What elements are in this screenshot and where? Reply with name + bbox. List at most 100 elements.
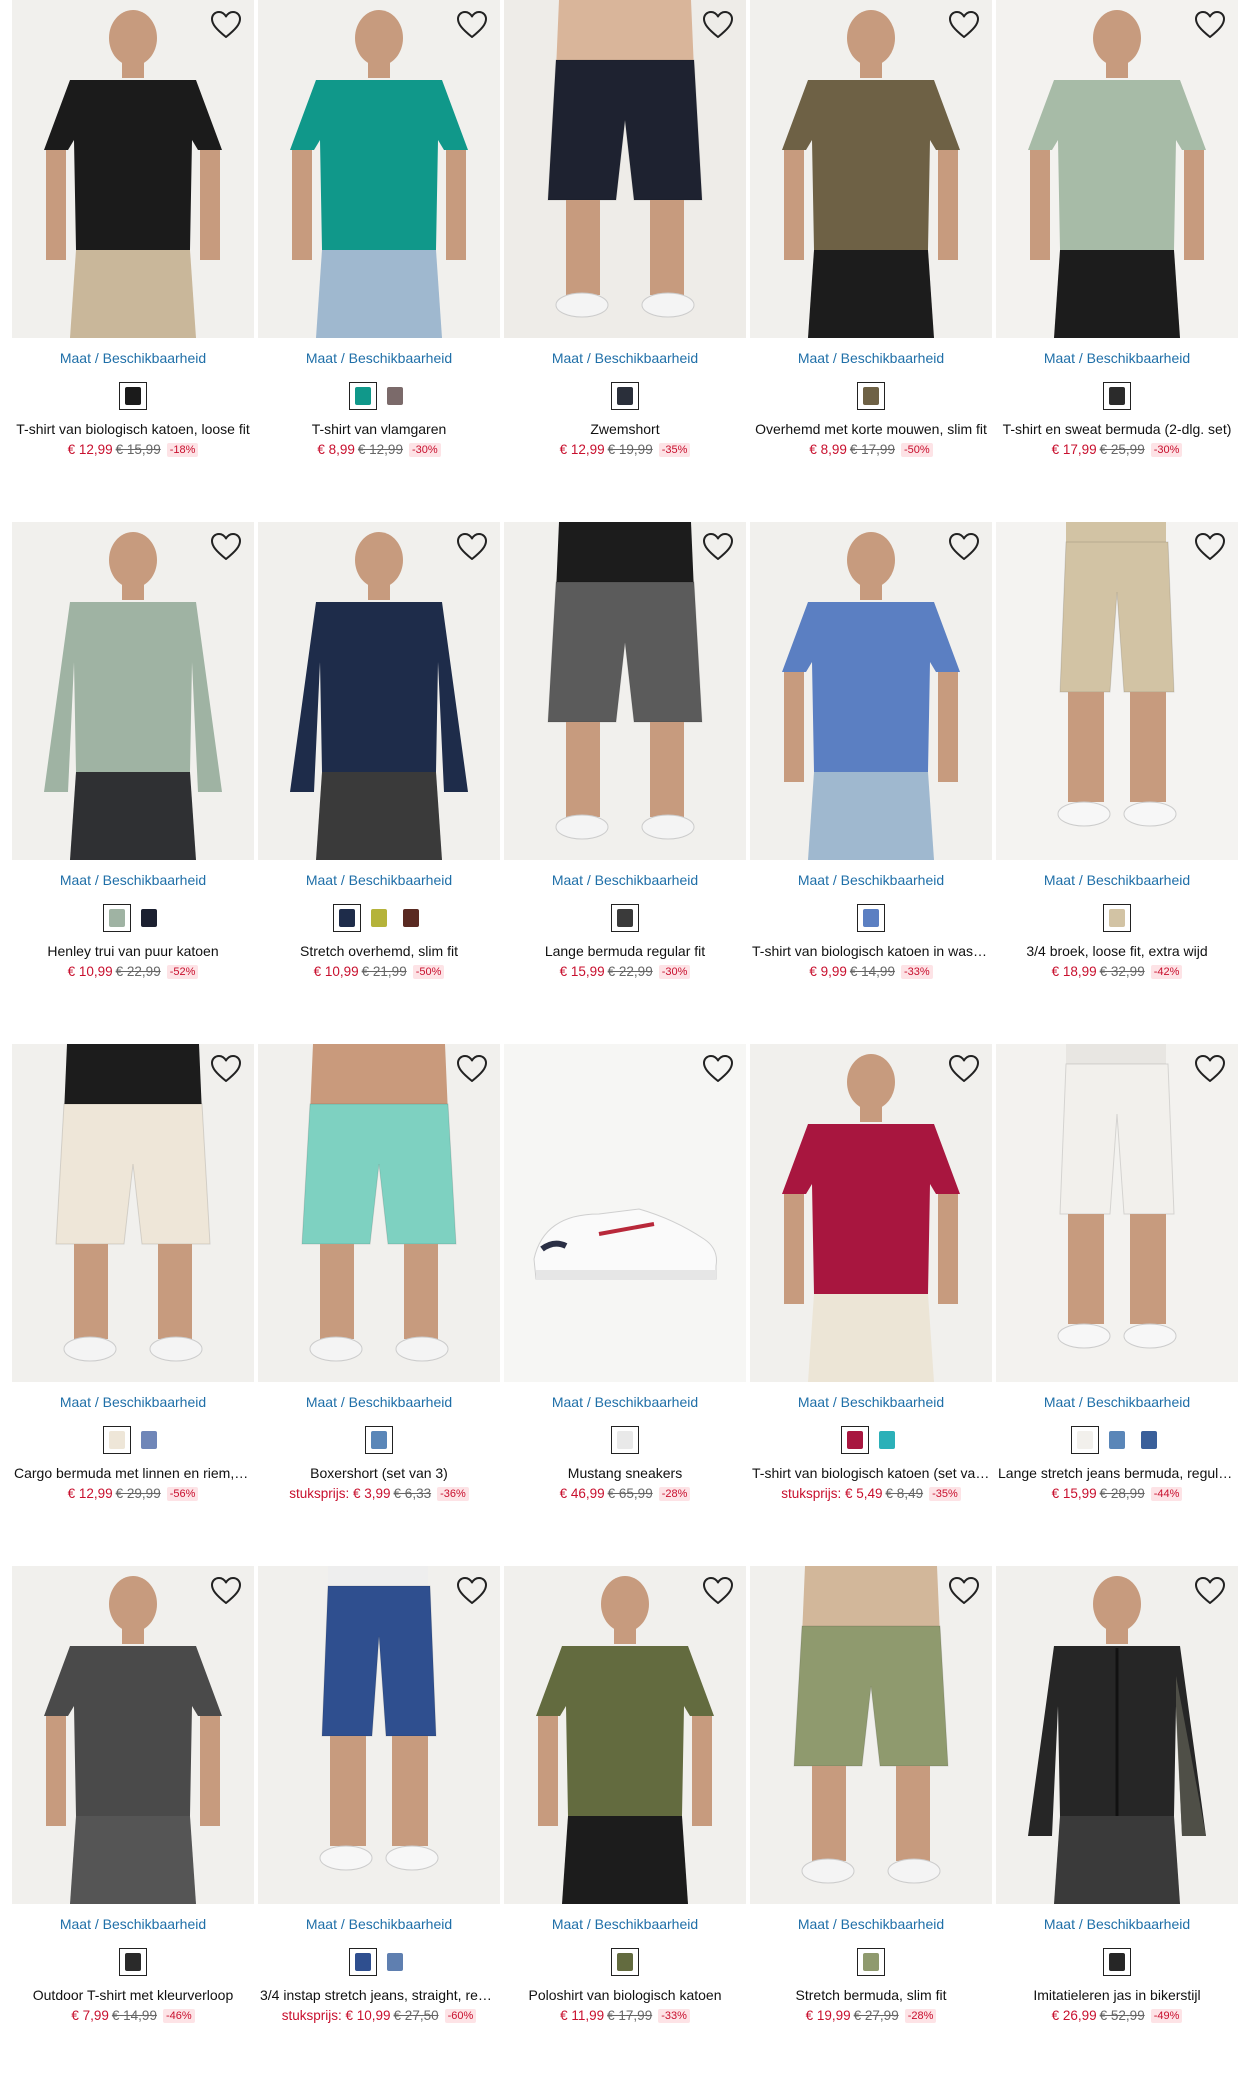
- size-availability-link[interactable]: Maat / Beschikbaarheid: [798, 872, 944, 888]
- product-card[interactable]: Maat / Beschikbaarheid Lange stretch jean…: [996, 1044, 1238, 1566]
- size-availability-link[interactable]: Maat / Beschikbaarheid: [306, 350, 452, 366]
- color-swatch[interactable]: [1135, 1426, 1163, 1454]
- product-card[interactable]: Maat / Beschikbaarheid T-shirt van biolog…: [750, 522, 992, 1044]
- heart-icon[interactable]: [1194, 1054, 1226, 1084]
- product-name[interactable]: Outdoor T-shirt met kleurverloop: [12, 1987, 254, 2003]
- product-card[interactable]: Maat / Beschikbaarheid Imitatieleren jas …: [996, 1566, 1238, 2088]
- heart-icon[interactable]: [702, 1576, 734, 1606]
- product-name[interactable]: Poloshirt van biologisch katoen: [504, 1987, 746, 2003]
- color-swatch[interactable]: [857, 382, 885, 410]
- product-image[interactable]: [996, 0, 1238, 338]
- product-name[interactable]: Imitatieleren jas in bikerstijl: [996, 1987, 1238, 2003]
- color-swatch[interactable]: [365, 904, 393, 932]
- size-availability-link[interactable]: Maat / Beschikbaarheid: [552, 350, 698, 366]
- heart-icon[interactable]: [1194, 1576, 1226, 1606]
- product-image[interactable]: [12, 0, 254, 338]
- product-card[interactable]: Maat / Beschikbaarheid Boxershort (set va…: [258, 1044, 500, 1566]
- heart-icon[interactable]: [1194, 532, 1226, 562]
- color-swatch[interactable]: [611, 1948, 639, 1976]
- color-swatch[interactable]: [119, 1948, 147, 1976]
- color-swatch[interactable]: [365, 1426, 393, 1454]
- product-image[interactable]: [12, 522, 254, 860]
- product-image[interactable]: [504, 1044, 746, 1382]
- color-swatch[interactable]: [349, 1948, 377, 1976]
- size-availability-link[interactable]: Maat / Beschikbaarheid: [306, 872, 452, 888]
- product-image[interactable]: [996, 1044, 1238, 1382]
- product-card[interactable]: Maat / Beschikbaarheid T-shirt en sweat b…: [996, 0, 1238, 522]
- heart-icon[interactable]: [456, 10, 488, 40]
- color-swatch[interactable]: [1103, 1426, 1131, 1454]
- heart-icon[interactable]: [948, 1054, 980, 1084]
- product-image[interactable]: [750, 1566, 992, 1904]
- size-availability-link[interactable]: Maat / Beschikbaarheid: [1044, 1394, 1190, 1410]
- color-swatch[interactable]: [873, 1426, 901, 1454]
- color-swatch[interactable]: [397, 904, 425, 932]
- product-image[interactable]: [996, 522, 1238, 860]
- color-swatch[interactable]: [841, 1426, 869, 1454]
- size-availability-link[interactable]: Maat / Beschikbaarheid: [798, 1394, 944, 1410]
- product-card[interactable]: Maat / Beschikbaarheid Cargo bermuda met …: [12, 1044, 254, 1566]
- color-swatch[interactable]: [857, 1948, 885, 1976]
- size-availability-link[interactable]: Maat / Beschikbaarheid: [306, 1394, 452, 1410]
- product-name[interactable]: Lange bermuda regular fit: [504, 943, 746, 959]
- color-swatch[interactable]: [1071, 1426, 1099, 1454]
- product-image[interactable]: [258, 0, 500, 338]
- product-card[interactable]: Maat / Beschikbaarheid T-shirt van biolog…: [750, 1044, 992, 1566]
- size-availability-link[interactable]: Maat / Beschikbaarheid: [1044, 350, 1190, 366]
- heart-icon[interactable]: [456, 532, 488, 562]
- color-swatch[interactable]: [611, 1426, 639, 1454]
- heart-icon[interactable]: [456, 1054, 488, 1084]
- product-card[interactable]: Maat / Beschikbaarheid Stretch bermuda, s…: [750, 1566, 992, 2088]
- product-card[interactable]: Maat / Beschikbaarheid T-shirt van vlamga…: [258, 0, 500, 522]
- heart-icon[interactable]: [948, 532, 980, 562]
- color-swatch[interactable]: [1103, 1948, 1131, 1976]
- color-swatch[interactable]: [611, 904, 639, 932]
- heart-icon[interactable]: [456, 1576, 488, 1606]
- size-availability-link[interactable]: Maat / Beschikbaarheid: [1044, 872, 1190, 888]
- product-image[interactable]: [996, 1566, 1238, 1904]
- product-name[interactable]: Zwemshort: [504, 421, 746, 437]
- color-swatch[interactable]: [1103, 382, 1131, 410]
- heart-icon[interactable]: [210, 532, 242, 562]
- color-swatch[interactable]: [103, 904, 131, 932]
- color-swatch[interactable]: [135, 904, 163, 932]
- product-image[interactable]: [750, 1044, 992, 1382]
- size-availability-link[interactable]: Maat / Beschikbaarheid: [552, 1394, 698, 1410]
- size-availability-link[interactable]: Maat / Beschikbaarheid: [552, 1916, 698, 1932]
- color-swatch[interactable]: [381, 382, 409, 410]
- color-swatch[interactable]: [381, 1948, 409, 1976]
- product-name[interactable]: Mustang sneakers: [504, 1465, 746, 1481]
- product-name[interactable]: T-shirt van biologisch katoen (set van 2…: [750, 1465, 992, 1481]
- product-card[interactable]: Maat / Beschikbaarheid T-shirt van biolog…: [12, 0, 254, 522]
- product-name[interactable]: Stretch overhemd, slim fit: [258, 943, 500, 959]
- product-name[interactable]: T-shirt en sweat bermuda (2-dlg. set): [996, 421, 1238, 437]
- product-name[interactable]: T-shirt van biologisch katoen in washed …: [750, 943, 992, 959]
- product-card[interactable]: Maat / Beschikbaarheid 3/4 broek, loose f…: [996, 522, 1238, 1044]
- product-card[interactable]: Maat / Beschikbaarheid Overhemd met korte…: [750, 0, 992, 522]
- product-image[interactable]: [750, 0, 992, 338]
- product-card[interactable]: Maat / Beschikbaarheid Mustang sneakers € …: [504, 1044, 746, 1566]
- product-card[interactable]: Maat / Beschikbaarheid Stretch overhemd, …: [258, 522, 500, 1044]
- color-swatch[interactable]: [119, 382, 147, 410]
- product-name[interactable]: Boxershort (set van 3): [258, 1465, 500, 1481]
- product-name[interactable]: 3/4 instap stretch jeans, straight, regu…: [258, 1987, 500, 2003]
- size-availability-link[interactable]: Maat / Beschikbaarheid: [552, 872, 698, 888]
- product-name[interactable]: T-shirt van vlamgaren: [258, 421, 500, 437]
- product-card[interactable]: Maat / Beschikbaarheid 3/4 instap stretch…: [258, 1566, 500, 2088]
- size-availability-link[interactable]: Maat / Beschikbaarheid: [60, 350, 206, 366]
- product-card[interactable]: Maat / Beschikbaarheid Zwemshort € 12,99 € …: [504, 0, 746, 522]
- heart-icon[interactable]: [210, 1054, 242, 1084]
- product-name[interactable]: Cargo bermuda met linnen en riem, loose …: [12, 1465, 254, 1481]
- color-swatch[interactable]: [103, 1426, 131, 1454]
- product-image[interactable]: [12, 1044, 254, 1382]
- heart-icon[interactable]: [948, 1576, 980, 1606]
- heart-icon[interactable]: [702, 532, 734, 562]
- size-availability-link[interactable]: Maat / Beschikbaarheid: [60, 872, 206, 888]
- size-availability-link[interactable]: Maat / Beschikbaarheid: [798, 1916, 944, 1932]
- product-name[interactable]: T-shirt van biologisch katoen, loose fit: [12, 421, 254, 437]
- color-swatch[interactable]: [857, 904, 885, 932]
- product-image[interactable]: [504, 522, 746, 860]
- color-swatch[interactable]: [349, 382, 377, 410]
- heart-icon[interactable]: [210, 10, 242, 40]
- product-card[interactable]: Maat / Beschikbaarheid Outdoor T-shirt me…: [12, 1566, 254, 2088]
